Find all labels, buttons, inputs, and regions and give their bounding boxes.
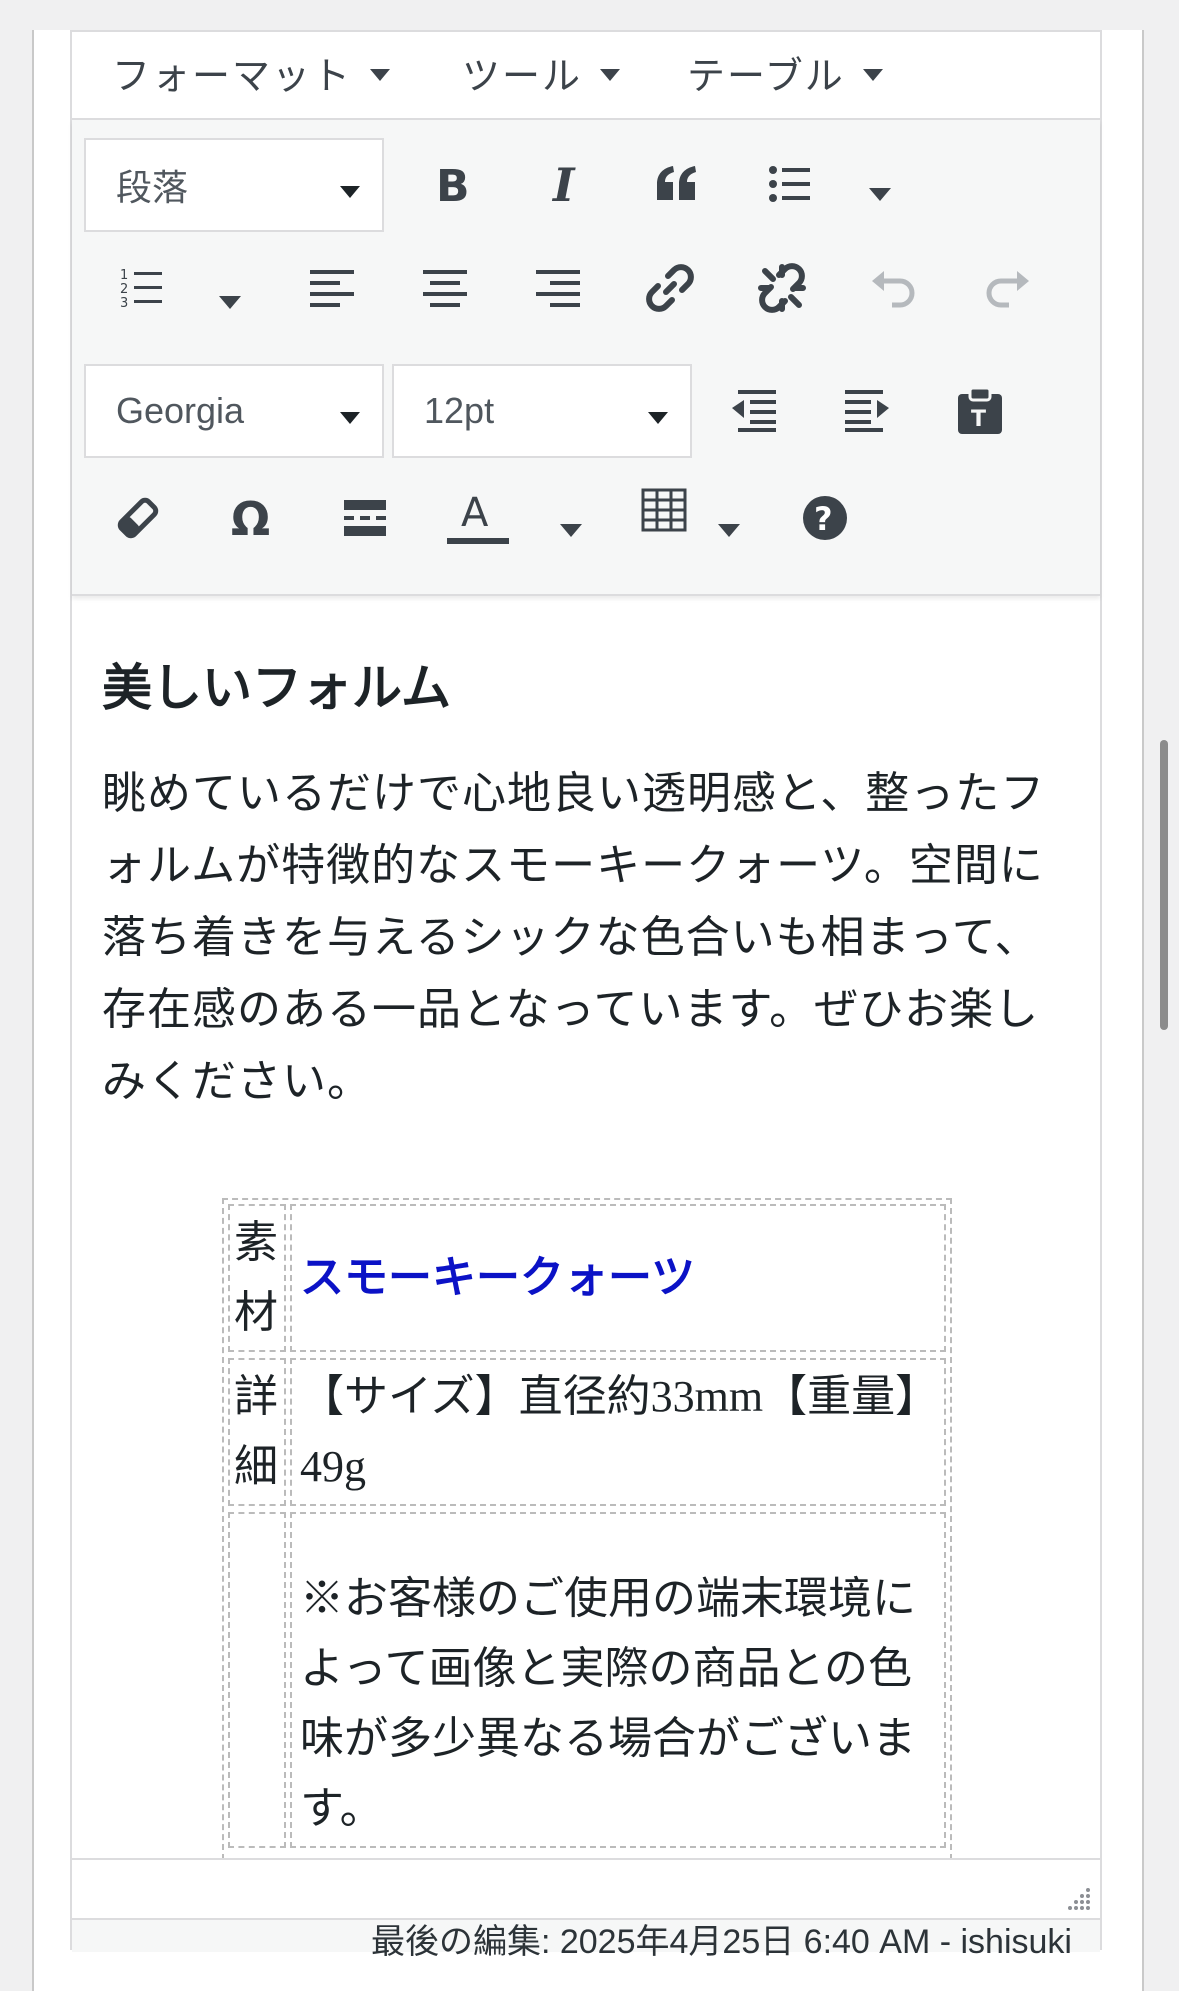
italic-icon: I [551, 161, 576, 207]
align-left-icon [310, 270, 354, 307]
block-format-select[interactable]: 段落 [84, 138, 384, 232]
svg-text:2: 2 [120, 282, 128, 297]
table-row: 素材 スモーキークォーツ [228, 1204, 946, 1352]
align-left-button[interactable] [292, 248, 372, 328]
svg-text:3: 3 [120, 296, 128, 309]
link-icon [646, 264, 694, 312]
menu-table-label: テーブル [687, 55, 845, 98]
chevron-down-icon [648, 412, 668, 424]
font-family-select[interactable]: Georgia [84, 364, 384, 458]
menu-tools[interactable]: ツール [462, 42, 621, 102]
svg-text:1: 1 [120, 268, 128, 283]
chevron-down-icon [862, 69, 883, 81]
unlink-button[interactable] [742, 248, 822, 328]
table-dropdown-icon[interactable] [718, 524, 740, 537]
bullet-list-dropdown-icon[interactable] [869, 188, 891, 201]
menu-format[interactable]: フォーマット [112, 42, 391, 102]
editor-toolbar: 段落 B I 123 Georgia 12pt T Ω A ? [72, 120, 1100, 596]
svg-text:Ω: Ω [231, 495, 270, 541]
table-cell-label: 素材 [228, 1204, 286, 1352]
indent-icon [845, 390, 889, 432]
clear-formatting-button[interactable] [98, 478, 178, 558]
redo-button[interactable] [967, 248, 1047, 328]
numbered-list-dropdown-icon[interactable] [219, 296, 241, 309]
numbered-list-button[interactable]: 123 [102, 248, 182, 328]
table-button[interactable] [624, 470, 704, 550]
help-button[interactable]: ? [785, 478, 865, 558]
font-family-value: Georgia [116, 390, 245, 431]
table-cell-value: 【サイズ】直径約33mm【重量】49g [290, 1358, 946, 1506]
read-more-icon [344, 500, 386, 536]
chevron-down-icon [600, 69, 621, 81]
bold-icon: B [436, 161, 470, 207]
undo-button[interactable] [854, 248, 934, 328]
bold-button[interactable]: B [412, 144, 492, 224]
block-format-value: 段落 [116, 167, 189, 208]
undo-icon [872, 271, 915, 308]
menu-table[interactable]: テーブル [687, 42, 883, 102]
read-more-button[interactable] [325, 478, 405, 558]
last-edited-info: 最後の編集: 2025年4月25日 6:40 AM - ishisuki [72, 1918, 1100, 1961]
editor-content[interactable]: 美しいフォルム 眺めているだけで心地良い透明感と、整ったフォルムが特徴的なスモー… [72, 598, 1100, 1858]
indent-button[interactable] [827, 370, 907, 450]
align-center-icon [423, 270, 467, 307]
bullet-list-icon [769, 166, 810, 202]
align-right-icon [536, 270, 580, 307]
paste-text-button[interactable]: T [940, 370, 1020, 450]
resize-handle-icon[interactable] [1066, 1886, 1092, 1912]
outdent-icon [732, 390, 776, 432]
help-icon: ? [803, 496, 847, 540]
editor-statusbar [72, 1858, 1100, 1918]
chevron-down-icon [370, 69, 391, 81]
paste-text-icon: T [958, 386, 1002, 434]
blockquote-button[interactable] [637, 144, 717, 224]
font-size-value: 12pt [424, 390, 495, 431]
blockquote-icon [657, 166, 696, 200]
menu-format-label: フォーマット [112, 55, 353, 98]
content-paragraph: 眺めているだけで心地良い透明感と、整ったフォルムが特徴的なスモーキークォーツ。空… [102, 769, 1046, 1106]
classic-editor: フォーマット ツール テーブル 段落 B I 1 2 3 Georgia 12p… [70, 30, 1102, 1961]
clear-formatting-icon [117, 497, 159, 539]
outdent-button[interactable] [714, 370, 794, 450]
table-row: ※お客様のご使用の端末環境によって画像と実際の商品との色味が多少異なる場合がござ… [228, 1512, 946, 1848]
chevron-down-icon [340, 186, 360, 198]
italic-button[interactable]: I [525, 144, 605, 224]
text-color-dropdown-icon[interactable] [560, 524, 582, 537]
product-table[interactable]: 素材 スモーキークォーツ 詳細 【サイズ】直径約33mm【重量】49g ※お客様… [222, 1198, 952, 1858]
menu-tools-label: ツール [462, 55, 583, 98]
table-cell-value: ※お客様のご使用の端末環境によって画像と実際の商品との色味が多少異なる場合がござ… [290, 1512, 946, 1848]
align-right-button[interactable] [518, 248, 598, 328]
link-button[interactable] [630, 248, 710, 328]
svg-text:?: ? [814, 500, 833, 538]
content-heading: 美しいフォルム [102, 660, 451, 716]
text-color-icon: A [447, 490, 509, 544]
svg-text:T: T [971, 407, 986, 432]
table-cell-value: スモーキークォーツ [290, 1204, 946, 1352]
numbered-list-icon: 123 [120, 268, 162, 309]
table-icon [641, 488, 687, 532]
text-color-button[interactable]: A [438, 478, 518, 558]
table-cell-label: 詳細 [228, 1358, 286, 1506]
editor-menubar: フォーマット ツール テーブル [72, 32, 1100, 120]
unlink-icon [758, 263, 806, 313]
redo-icon [986, 271, 1029, 308]
page-scrollbar[interactable] [1160, 740, 1168, 1030]
special-character-button[interactable]: Ω [212, 478, 292, 558]
svg-text:A: A [461, 490, 489, 536]
font-size-select[interactable]: 12pt [392, 364, 692, 458]
align-center-button[interactable] [405, 248, 485, 328]
special-character-icon: Ω [231, 495, 270, 541]
svg-text:I: I [551, 161, 576, 207]
chevron-down-icon [340, 412, 360, 424]
table-row: 詳細 【サイズ】直径約33mm【重量】49g [228, 1358, 946, 1506]
bullet-list-button[interactable] [750, 144, 830, 224]
table-cell-label [228, 1512, 286, 1848]
material-link[interactable]: スモーキークォーツ [300, 1243, 695, 1313]
svg-text:B: B [436, 161, 470, 207]
